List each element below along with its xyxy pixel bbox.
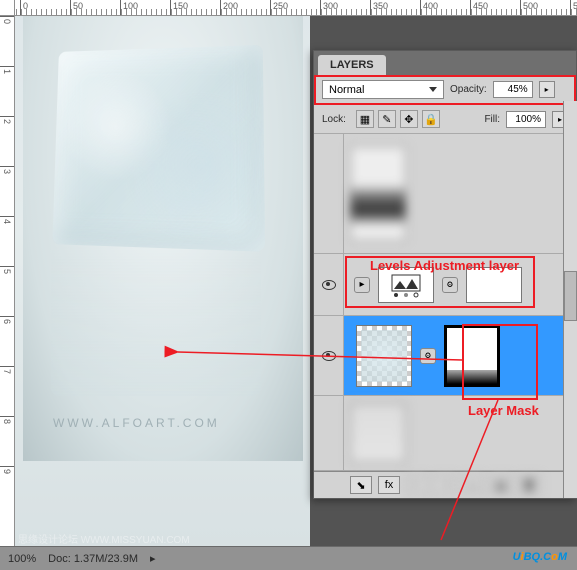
lock-transparency-icon[interactable]: ▦ — [356, 110, 374, 128]
mask-annotation-label: Layer Mask — [468, 403, 539, 418]
layers-panel: LAYERS Normal Opacity: ▸ Lock: ▦ ✎ ✥ 🔒 F… — [313, 50, 577, 499]
layers-list: ▸ 𐍈 𐍈 ⬊ fx ◐ ◑ ▭ — [314, 134, 576, 498]
layers-footer: ⬊ fx ◐ ◑ ▭ ▤ 🗑 — [314, 471, 576, 498]
layer-thumbnail[interactable] — [350, 146, 406, 241]
ruler-v-tick: 2 — [2, 119, 12, 124]
ruler-vertical[interactable]: 0 1 2 3 4 5 6 7 8 9 — [0, 16, 15, 546]
status-arrow[interactable]: ▸ — [150, 552, 156, 565]
delete-icon[interactable]: 🗑 — [518, 476, 540, 494]
visibility-column[interactable] — [314, 134, 344, 253]
ruler-h-tick: 350 — [373, 1, 388, 11]
levels-annotation-label: Levels Adjustment layer — [370, 258, 519, 273]
ice-reflection — [51, 246, 261, 396]
fill-input[interactable] — [506, 111, 546, 128]
lock-icons-group: ▦ ✎ ✥ 🔒 — [356, 110, 440, 128]
document-area: WWW.ALFOART.COM — [23, 16, 303, 461]
ruler-v-tick: 6 — [2, 319, 12, 324]
scrollbar-handle[interactable] — [564, 271, 577, 321]
ice-cube-image — [52, 45, 265, 252]
ruler-v-tick: 9 — [2, 469, 12, 474]
ruler-h-tick: 50 — [73, 1, 83, 11]
ruler-v-tick: 1 — [2, 69, 12, 74]
lock-label: Lock: — [322, 114, 346, 125]
ruler-h-tick: 100 — [123, 1, 138, 11]
visibility-toggle[interactable] — [314, 254, 344, 315]
layer-item-ice-selected[interactable]: 𐍈 — [314, 316, 576, 396]
lock-pixels-icon[interactable]: ✎ — [378, 110, 396, 128]
adjustment-icon[interactable]: ◑ — [434, 476, 456, 494]
expand-icon[interactable]: ▸ — [354, 277, 370, 293]
zoom-level[interactable]: 100% — [8, 553, 36, 565]
link-layers-icon[interactable]: ⬊ — [350, 476, 372, 494]
ruler-h-tick: 0 — [23, 1, 28, 11]
ruler-v-tick: 0 — [2, 19, 12, 24]
mask-icon[interactable]: ◐ — [406, 476, 428, 494]
lock-fill-row: Lock: ▦ ✎ ✥ 🔒 Fill: ▸ — [314, 105, 576, 134]
blend-mode-value: Normal — [329, 84, 364, 96]
layer-thumbnail[interactable] — [350, 403, 406, 463]
ruler-h-tick: 250 — [273, 1, 288, 11]
blend-opacity-row: Normal Opacity: ▸ — [314, 75, 576, 105]
ruler-h-tick: 150 — [173, 1, 188, 11]
eye-icon — [322, 280, 336, 290]
link-mask-icon[interactable]: 𐍈 — [420, 348, 436, 364]
visibility-toggle[interactable] — [314, 316, 344, 395]
ruler-v-tick: 7 — [2, 369, 12, 374]
ruler-horizontal[interactable]: 0 50 100 150 200 250 300 350 400 450 500… — [15, 0, 577, 16]
ruler-h-tick: 400 — [423, 1, 438, 11]
ruler-v-tick: 8 — [2, 419, 12, 424]
panel-tabs: LAYERS — [314, 51, 576, 75]
ruler-v-tick: 4 — [2, 219, 12, 224]
eye-icon — [322, 351, 336, 361]
fill-label: Fill: — [484, 114, 500, 125]
lock-position-icon[interactable]: ✥ — [400, 110, 418, 128]
doc-size: Doc: 1.37M/23.9M — [48, 553, 138, 565]
group-icon[interactable]: ▭ — [462, 476, 484, 494]
layer-style-icon[interactable]: fx — [378, 476, 400, 494]
new-layer-icon[interactable]: ▤ — [490, 476, 512, 494]
blend-mode-dropdown[interactable]: Normal — [322, 80, 444, 99]
ruler-h-tick: 200 — [223, 1, 238, 11]
opacity-input[interactable] — [493, 81, 533, 98]
ruler-h-tick: 450 — [473, 1, 488, 11]
ruler-corner — [0, 0, 15, 16]
ice-layer-thumbnail[interactable] — [356, 325, 412, 387]
ruler-h-tick: 500 — [523, 1, 538, 11]
opacity-label: Opacity: — [450, 84, 487, 95]
status-bar: 100% Doc: 1.37M/23.9M ▸ — [0, 546, 577, 570]
ruler-v-tick: 3 — [2, 169, 12, 174]
layer-item[interactable] — [314, 134, 576, 254]
opacity-flyout-button[interactable]: ▸ — [539, 81, 555, 98]
document-canvas[interactable]: WWW.ALFOART.COM — [15, 16, 310, 546]
layers-tab[interactable]: LAYERS — [318, 55, 386, 75]
ruler-v-tick: 5 — [2, 269, 12, 274]
panel-scrollbar[interactable] — [563, 101, 577, 498]
chevron-down-icon — [429, 87, 437, 92]
ruler-h-tick: 300 — [323, 1, 338, 11]
watermark-text: WWW.ALFOART.COM — [53, 416, 220, 430]
ruler-h-tick: 550 — [573, 1, 577, 11]
uibq-watermark: UiBQ.CoM — [513, 540, 567, 566]
visibility-column[interactable] — [314, 396, 344, 470]
forum-watermark: 思缘设计论坛 WWW.MISSYUAN.COM — [18, 531, 190, 546]
layer-mask-thumbnail[interactable] — [444, 325, 500, 387]
lock-all-icon[interactable]: 🔒 — [422, 110, 440, 128]
link-icon[interactable]: 𐍈 — [442, 277, 458, 293]
